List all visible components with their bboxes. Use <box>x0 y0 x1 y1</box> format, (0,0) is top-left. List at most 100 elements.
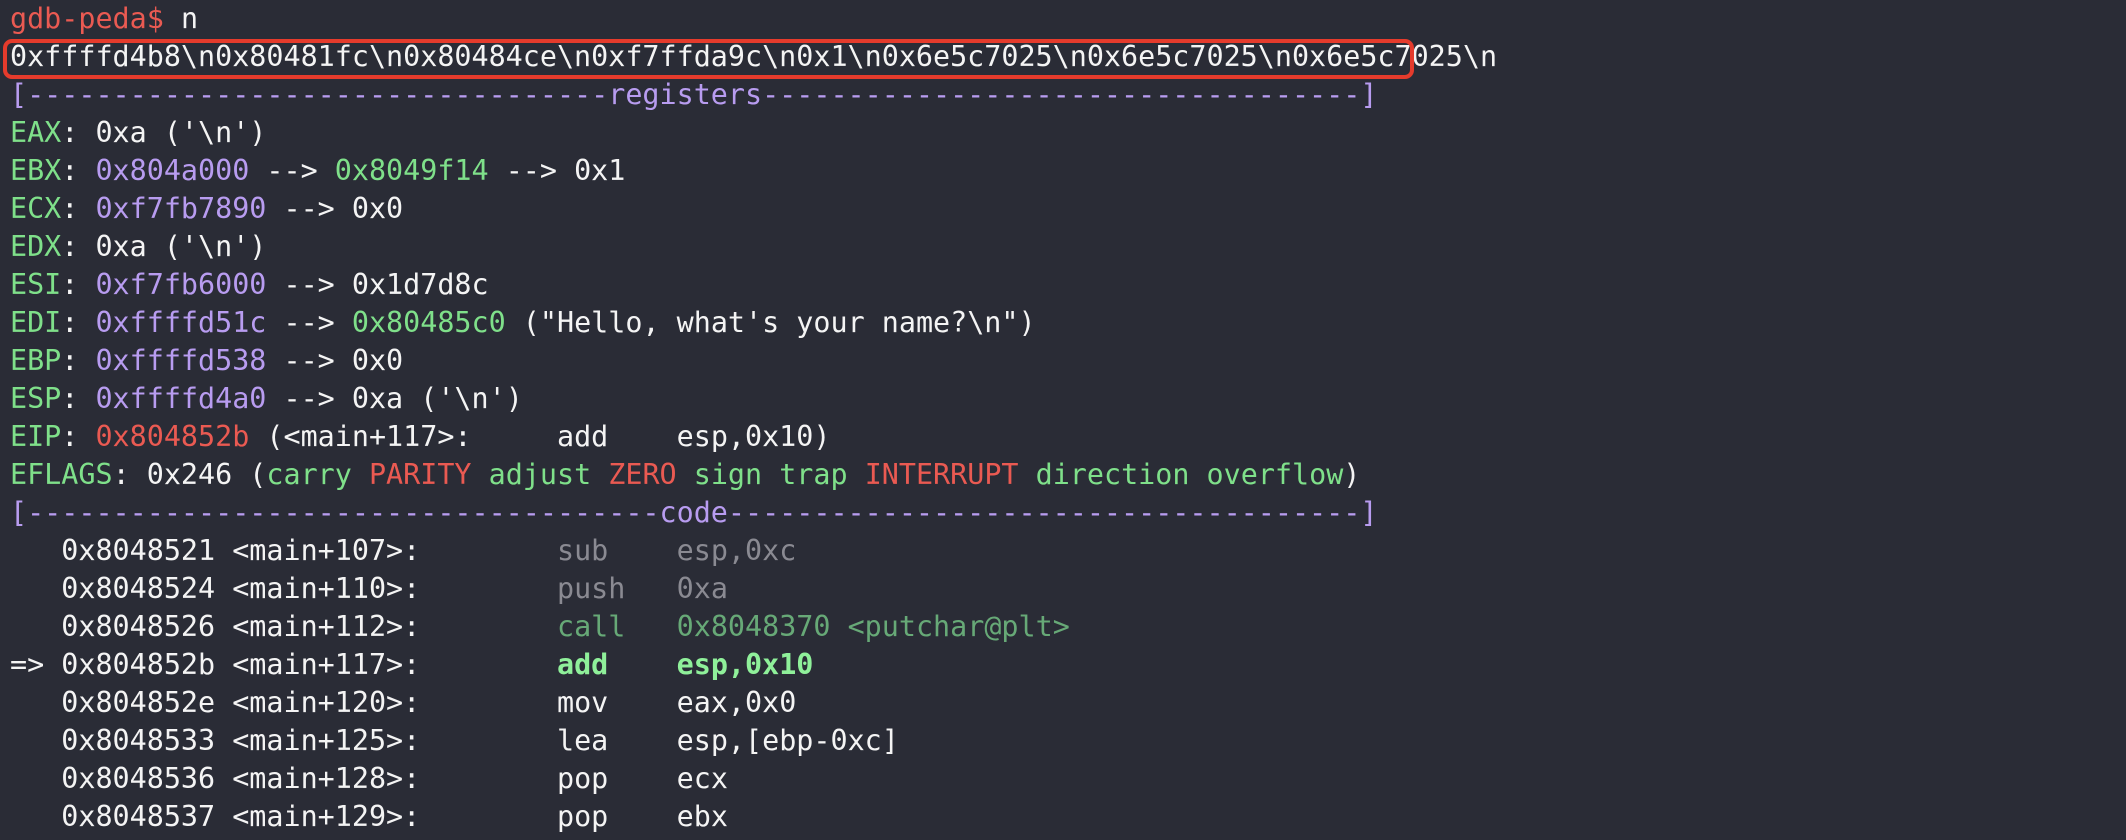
register-value-part: 0x804852b <box>95 420 250 453</box>
register-name: ESP <box>10 382 62 415</box>
register-name: EFLAGS <box>10 458 113 491</box>
register-name: EDI <box>10 306 62 339</box>
prompt-label: gdb-peda$ <box>10 2 164 35</box>
register-value-part: 0x8049f14 <box>334 154 489 187</box>
register-value-part: PARITY <box>368 458 489 491</box>
instruction-symbol: <main+125>: <box>232 724 421 757</box>
current-instruction-marker <box>10 610 61 643</box>
instruction-symbol-annotation: <putchar@plt> <box>830 610 1070 643</box>
register-name: EDX <box>10 230 62 263</box>
instruction-address: 0x8048533 <box>61 724 216 757</box>
instruction-mnemonic: call <box>557 610 626 643</box>
register-value-part: --> 0x1 <box>488 154 626 187</box>
register-row-esp: ESP: 0xffffd4a0 --> 0xa ('\n') <box>10 382 523 415</box>
instruction-address: 0x804852e <box>61 686 216 719</box>
register-value-part: (<main+117>: add esp,0x10) <box>249 420 831 453</box>
instruction-operands: esp,0xc <box>676 534 797 567</box>
instruction-symbol: <main+107>: <box>232 534 421 567</box>
program-output-line: 0xffffd4b8\n0x80481fc\n0x80484ce\n0xf7ff… <box>10 40 1498 73</box>
register-row-edi: EDI: 0xffffd51c --> 0x80485c0 ("Hello, w… <box>10 306 1036 339</box>
register-name: EBX <box>10 154 62 187</box>
instruction-address: 0x8048526 <box>61 610 216 643</box>
instruction-operands: 0x8048370 <box>676 610 831 643</box>
code-line-current: => 0x804852b <main+117>: add esp,0x10 <box>10 646 2126 684</box>
register-value-part: --> <box>266 306 352 339</box>
register-value-part: 0x246 ( <box>146 458 267 491</box>
register-value-part: sign trap <box>693 458 865 491</box>
terminal-window[interactable]: gdb-peda$ n 0xffffd4b8\n0x80481fc\n0x804… <box>10 0 2126 840</box>
register-row-ebp: EBP: 0xffffd538 --> 0x0 <box>10 344 404 377</box>
register-value-part: --> 0xa ('\n') <box>266 382 523 415</box>
registers-header: [----------------------------------regis… <box>10 78 1378 111</box>
current-instruction-marker <box>10 534 61 567</box>
code-header: [-------------------------------------co… <box>10 496 1378 529</box>
current-instruction-marker: => <box>10 648 62 681</box>
current-instruction-marker <box>10 572 61 605</box>
register-value-part: direction overflow <box>1035 458 1344 491</box>
instruction-operands: 0xa <box>676 572 728 605</box>
instruction-operands: ecx <box>676 762 728 795</box>
code-line: 0x8048533 <main+125>: lea esp,[ebp-0xc] <box>10 722 2126 760</box>
instruction-operands: ebx <box>676 800 728 833</box>
register-value-part: ("Hello, what's your name?\n") <box>505 306 1036 339</box>
code-line: 0x8048524 <main+110>: push 0xa <box>10 570 2126 608</box>
code-line: 0x8048521 <main+107>: sub esp,0xc <box>10 532 2126 570</box>
instruction-address: 0x8048524 <box>61 572 216 605</box>
code-line: 0x8048536 <main+128>: pop ecx <box>10 760 2126 798</box>
register-value-part: 0xffffd51c <box>95 306 267 339</box>
typed-command: n <box>180 2 199 35</box>
register-name: ESI <box>10 268 62 301</box>
register-name: EBP <box>10 344 62 377</box>
instruction-mnemonic: push <box>557 572 626 605</box>
instruction-address: 0x8048521 <box>61 534 216 567</box>
instruction-address: 0x8048537 <box>61 800 216 833</box>
register-row-ecx: ECX: 0xf7fb7890 --> 0x0 <box>10 192 404 225</box>
registers-block: EAX: 0xa ('\n') EBX: 0x804a000 --> 0x8049… <box>10 114 2126 494</box>
register-row-eflags: EFLAGS: 0x246 (carry PARITY adjust ZERO … <box>10 458 1361 491</box>
register-row-eip: EIP: 0x804852b (<main+117>: add esp,0x10… <box>10 420 831 453</box>
register-value-part: 0xffffd538 <box>95 344 267 377</box>
instruction-address: 0x804852b <box>61 648 216 681</box>
register-value-part: 0xf7fb7890 <box>95 192 267 225</box>
code-line: 0x8048526 <main+112>: call 0x8048370 <put… <box>10 608 2126 646</box>
register-value-part: 0x804a000 <box>95 154 250 187</box>
instruction-symbol: <main+110>: <box>232 572 421 605</box>
code-block: 0x8048521 <main+107>: sub esp,0xc 0x80485… <box>10 532 2126 836</box>
instruction-mnemonic: pop <box>557 762 609 795</box>
register-row-ebx: EBX: 0x804a000 --> 0x8049f14 --> 0x1 <box>10 154 626 187</box>
register-value-part: 0x80485c0 <box>351 306 506 339</box>
register-row-edx: EDX: 0xa ('\n') <box>10 230 267 263</box>
instruction-operands: eax,0x0 <box>676 686 797 719</box>
instruction-mnemonic: add <box>557 648 609 681</box>
register-value-part: 0xf7fb6000 <box>95 268 267 301</box>
code-line: 0x804852e <main+120>: mov eax,0x0 <box>10 684 2126 722</box>
register-name: ECX <box>10 192 62 225</box>
instruction-mnemonic: mov <box>557 686 609 719</box>
register-value-part: ZERO <box>608 458 694 491</box>
current-instruction-marker <box>10 800 61 833</box>
instruction-symbol: <main+112>: <box>232 610 421 643</box>
code-line: 0x8048537 <main+129>: pop ebx <box>10 798 2126 836</box>
register-value-part: 0xffffd4a0 <box>95 382 267 415</box>
register-value-part: 0xa ('\n') <box>95 116 267 149</box>
instruction-mnemonic: sub <box>557 534 609 567</box>
register-value-part: ) <box>1343 458 1361 491</box>
register-value-part: --> 0x1d7d8c <box>266 268 489 301</box>
current-instruction-marker <box>10 686 61 719</box>
register-row-eax: EAX: 0xa ('\n') <box>10 116 267 149</box>
register-name: EIP <box>10 420 62 453</box>
instruction-address: 0x8048536 <box>61 762 216 795</box>
register-value-part: 0xa ('\n') <box>95 230 267 263</box>
register-value-part: --> 0x0 <box>266 344 404 377</box>
register-value-part: INTERRUPT <box>864 458 1036 491</box>
current-instruction-marker <box>10 762 61 795</box>
register-value-part: carry <box>266 458 369 491</box>
current-instruction-marker <box>10 724 61 757</box>
prompt-line: gdb-peda$ n <box>10 0 2126 38</box>
register-row-esi: ESI: 0xf7fb6000 --> 0x1d7d8c <box>10 268 489 301</box>
instruction-mnemonic: lea <box>557 724 609 757</box>
instruction-operands: esp,0x10 <box>676 648 814 681</box>
instruction-mnemonic: pop <box>557 800 609 833</box>
instruction-symbol: <main+129>: <box>232 800 421 833</box>
register-name: EAX <box>10 116 62 149</box>
